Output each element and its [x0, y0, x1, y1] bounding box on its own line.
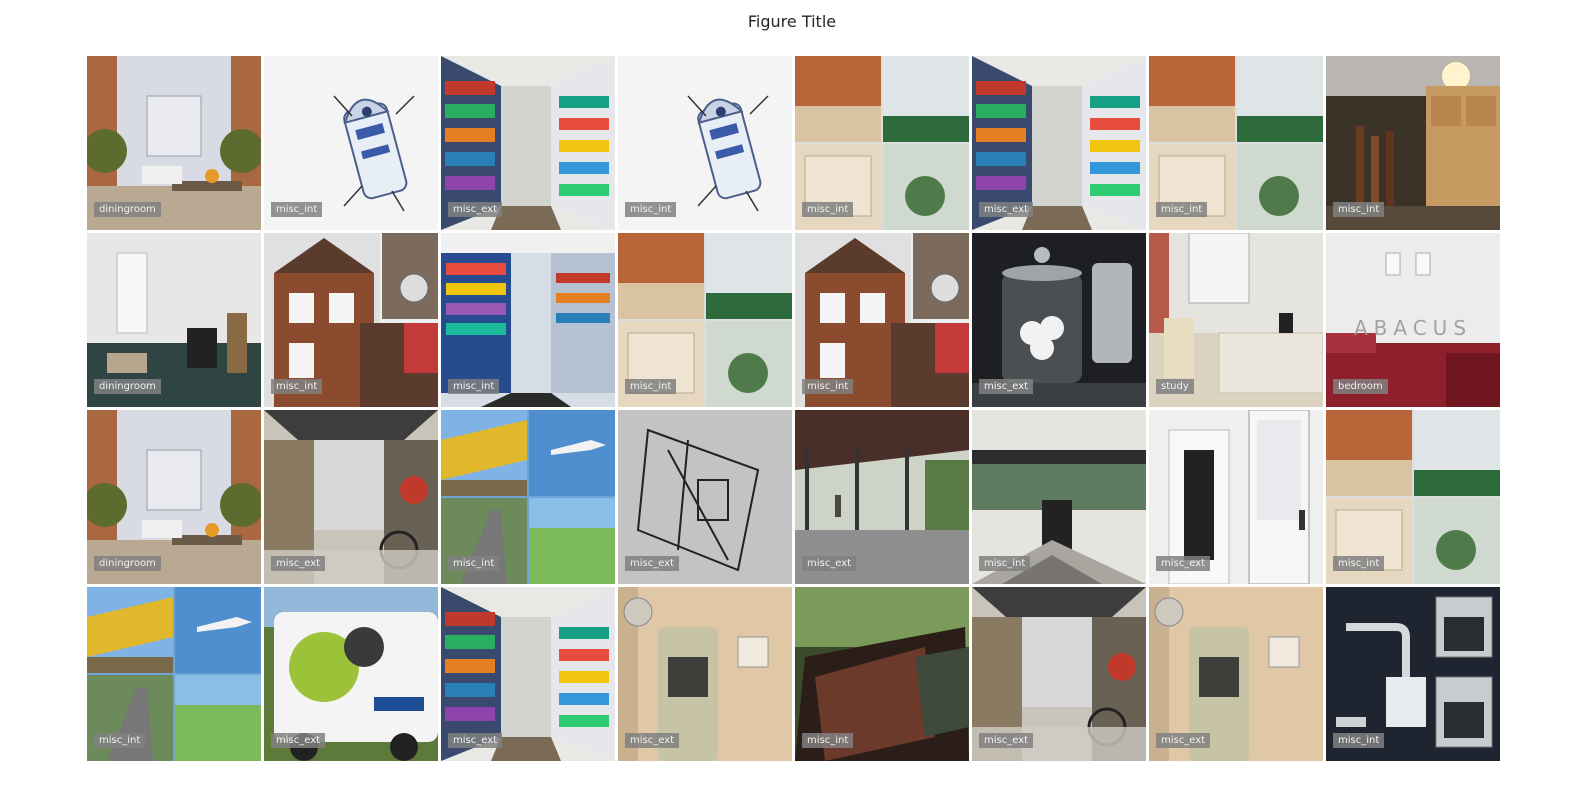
image-class-label: diningroom: [94, 202, 161, 217]
figure-title: Figure Title: [747, 12, 837, 31]
image-class-label: misc_int: [448, 379, 500, 394]
image-class-label: misc_ext: [271, 556, 326, 571]
grid-image-tile: misc_int: [618, 56, 792, 230]
image-class-label: misc_int: [271, 379, 323, 394]
grid-image-tile: study: [1149, 233, 1323, 407]
image-class-label: misc_ext: [802, 556, 857, 571]
grid-image-tile: misc_ext: [441, 56, 615, 230]
image-class-label: misc_ext: [448, 202, 503, 217]
grid-image-tile: misc_int: [795, 587, 969, 761]
image-class-label: misc_int: [1333, 556, 1385, 571]
grid-image-tile: misc_int: [264, 233, 438, 407]
grid-image-tile: misc_int: [441, 233, 615, 407]
image-class-label: misc_int: [1333, 202, 1385, 217]
grid-image-tile: misc_ext: [795, 410, 969, 584]
image-class-label: misc_ext: [1156, 733, 1211, 748]
figure: Figure Title diningroom misc_int misc_ex…: [0, 0, 1584, 792]
image-class-label: misc_int: [94, 733, 146, 748]
image-class-label: misc_int: [625, 379, 677, 394]
image-class-label: misc_int: [802, 202, 854, 217]
grid-image-tile: misc_int: [264, 56, 438, 230]
grid-image-tile: misc_ext: [1149, 410, 1323, 584]
image-class-label: study: [1156, 379, 1194, 394]
image-class-label: misc_int: [1333, 733, 1385, 748]
grid-image-tile: misc_int: [1149, 56, 1323, 230]
svg-text:ABACUS: ABACUS: [1354, 316, 1472, 340]
grid-image-tile: misc_int: [1326, 410, 1500, 584]
image-class-label: misc_int: [448, 556, 500, 571]
grid-image-tile: diningroom: [87, 56, 261, 230]
grid-image-tile: misc_int: [972, 410, 1146, 584]
image-class-label: misc_ext: [625, 556, 680, 571]
image-class-label: misc_ext: [271, 733, 326, 748]
image-class-label: misc_ext: [979, 379, 1034, 394]
grid-image-tile: misc_ext: [972, 587, 1146, 761]
grid-image-tile: misc_ext: [972, 56, 1146, 230]
grid-image-tile: misc_int: [1326, 587, 1500, 761]
grid-image-tile: misc_ext: [1149, 587, 1323, 761]
grid-image-tile: misc_ext: [264, 410, 438, 584]
image-grid: diningroom misc_int misc_ext misc_int mi…: [87, 56, 1503, 762]
image-class-label: misc_int: [625, 202, 677, 217]
image-class-label: diningroom: [94, 556, 161, 571]
image-class-label: misc_ext: [1156, 556, 1211, 571]
image-class-label: misc_int: [979, 556, 1031, 571]
grid-image-tile: misc_ext: [972, 233, 1146, 407]
grid-image-tile: ABACUS bedroom: [1326, 233, 1500, 407]
grid-image-tile: misc_int: [87, 587, 261, 761]
image-class-label: misc_ext: [979, 202, 1034, 217]
image-class-label: misc_ext: [448, 733, 503, 748]
image-class-label: diningroom: [94, 379, 161, 394]
image-class-label: misc_int: [271, 202, 323, 217]
image-class-label: misc_int: [802, 379, 854, 394]
image-class-label: misc_int: [1156, 202, 1208, 217]
grid-image-tile: misc_ext: [618, 587, 792, 761]
grid-image-tile: misc_int: [1326, 56, 1500, 230]
image-class-label: misc_ext: [979, 733, 1034, 748]
image-class-label: misc_int: [802, 733, 854, 748]
grid-image-tile: misc_ext: [441, 587, 615, 761]
image-class-label: misc_ext: [625, 733, 680, 748]
grid-image-tile: misc_int: [795, 233, 969, 407]
grid-image-tile: misc_ext: [264, 587, 438, 761]
image-class-label: bedroom: [1333, 379, 1388, 394]
grid-image-tile: diningroom: [87, 410, 261, 584]
grid-image-tile: misc_int: [795, 56, 969, 230]
grid-image-tile: diningroom: [87, 233, 261, 407]
grid-image-tile: misc_ext: [618, 410, 792, 584]
grid-image-tile: misc_int: [441, 410, 615, 584]
grid-image-tile: misc_int: [618, 233, 792, 407]
